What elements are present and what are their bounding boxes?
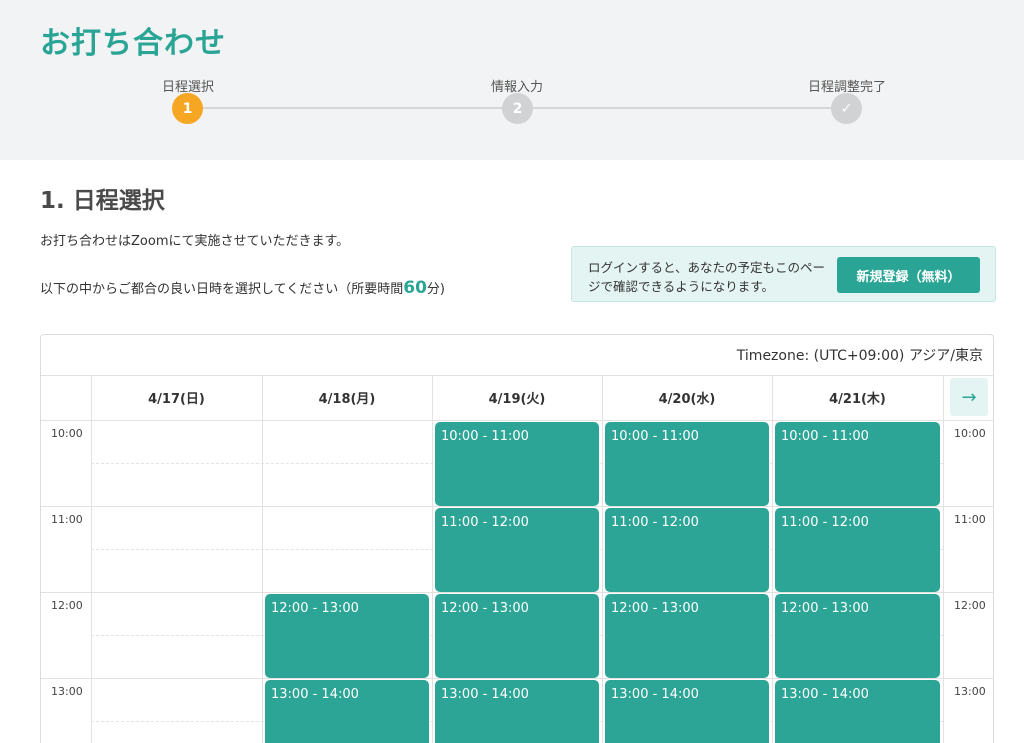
time-slot-button[interactable]: 10:00 - 11:00 [605,422,769,506]
day-header: 4/21(木) [829,392,886,407]
day-header: 4/18(月) [318,392,376,407]
time-slot-button[interactable]: 12:00 - 13:00 [435,594,599,678]
step-complete-check-icon: ✓ [831,93,862,124]
time-slot-button[interactable]: 11:00 - 12:00 [605,508,769,592]
time-label: 13:00 [51,685,83,698]
time-label-right: 10:00 [954,427,986,440]
next-week-button[interactable]: → [950,378,988,416]
time-slot-button[interactable]: 13:00 - 14:00 [605,680,769,743]
hour-row-divider [41,592,993,593]
login-prompt-box: ログインすると、あなたの予定もこのページで確認できるようになります。 新規登録（… [571,246,996,302]
section-title: 1. 日程選択 [40,188,165,214]
time-label-right: 11:00 [954,513,986,526]
page-header: お打ち合わせ 日程選択 情報入力 日程調整完了 1 2 ✓ [0,0,1024,160]
timezone-label: Timezone: (UTC+09:00) アジア/東京 [736,348,983,364]
time-slot-button[interactable]: 13:00 - 14:00 [775,680,940,743]
step-1-indicator: 1 [172,93,203,124]
step-2-indicator: 2 [502,93,533,124]
time-slot-button[interactable]: 10:00 - 11:00 [435,422,599,506]
time-slot-button[interactable]: 12:00 - 13:00 [605,594,769,678]
column-divider [602,375,603,743]
day-header: 4/17(日) [148,392,205,407]
time-slot-button[interactable]: 12:00 - 13:00 [265,594,429,678]
column-divider [262,375,263,743]
stepper-connector [187,107,517,109]
time-label: 11:00 [51,513,83,526]
instruction-text: 以下の中からご都合の良い日時を選択してください（所要時間60分) [40,278,445,298]
column-divider [772,375,773,743]
hour-row-divider [41,506,993,507]
time-label: 10:00 [51,427,83,440]
register-button[interactable]: 新規登録（無料） [837,257,980,293]
day-header: 4/19(火) [488,392,546,407]
day-header: 4/20(水) [658,392,716,407]
intro-text: お打ち合わせはZoomにて実施させていただきます。 [40,234,350,249]
time-slot-button[interactable]: 13:00 - 14:00 [265,680,429,743]
page-title: お打ち合わせ [40,26,226,61]
time-label: 12:00 [51,599,83,612]
time-label-right: 12:00 [954,599,986,612]
duration-unit: 分) [426,282,445,297]
day-header-divider [41,420,993,421]
column-divider [432,375,433,743]
time-slot-button[interactable]: 11:00 - 12:00 [775,508,940,592]
time-slot-button[interactable]: 11:00 - 12:00 [435,508,599,592]
stepper-connector [517,107,847,109]
column-divider [943,375,944,743]
time-slot-button[interactable]: 13:00 - 14:00 [435,680,599,743]
time-label-right: 13:00 [954,685,986,698]
login-prompt-text: ログインすると、あなたの予定もこのページで確認できるようになります。 [588,260,826,294]
hour-row-divider [41,678,993,679]
arrow-right-icon: → [961,386,977,408]
schedule-calendar: Timezone: (UTC+09:00) アジア/東京 4/17(日) 4/1… [40,334,994,743]
instruction-label: 以下の中からご都合の良い日時を選択してください（所要時間 [40,282,404,297]
time-slot-button[interactable]: 12:00 - 13:00 [775,594,940,678]
column-divider [91,375,92,743]
duration-value: 60 [403,278,427,298]
time-slot-button[interactable]: 10:00 - 11:00 [775,422,940,506]
